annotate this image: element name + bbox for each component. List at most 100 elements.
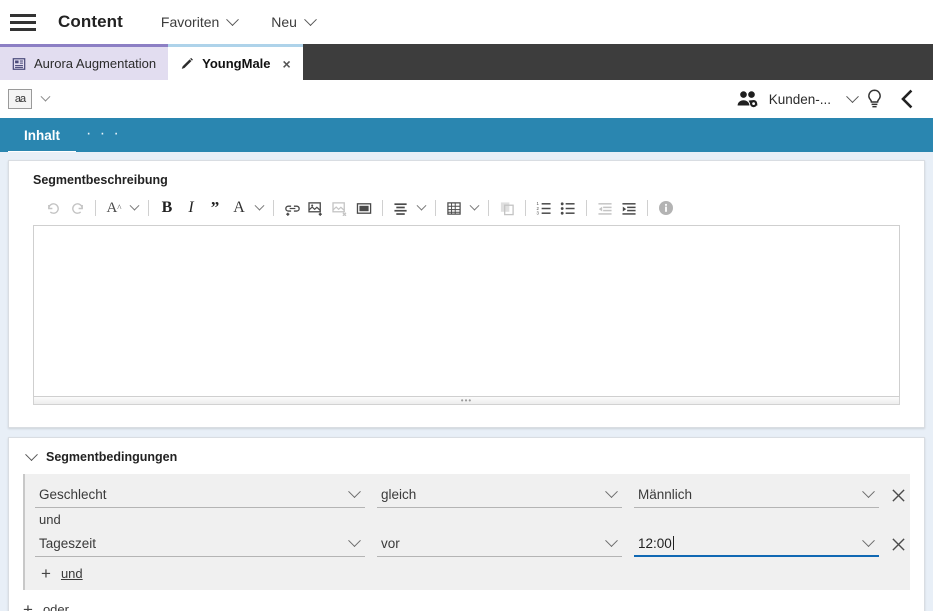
secondary-toolbar: aa Kunden-... bbox=[0, 80, 933, 118]
plus-icon: + bbox=[23, 601, 33, 611]
hamburger-menu-icon[interactable] bbox=[10, 9, 36, 35]
condition-connector: und bbox=[35, 510, 902, 529]
align-icon[interactable] bbox=[389, 197, 413, 219]
main-content: Segmentbeschreibung A^ B I ” A bbox=[0, 152, 933, 611]
toolbar-separator bbox=[647, 200, 648, 216]
chevron-down-icon bbox=[348, 534, 361, 547]
customer-settings-icon bbox=[736, 90, 760, 108]
segment-conditions-title: Segmentbedingungen bbox=[46, 450, 177, 464]
condition-operator-value: vor bbox=[377, 536, 607, 551]
bullet-list-icon[interactable] bbox=[556, 197, 580, 219]
condition-row: Geschlecht gleich Männlich bbox=[35, 480, 902, 510]
chevron-down-icon bbox=[605, 534, 618, 547]
indent-icon[interactable] bbox=[617, 197, 641, 219]
toolbar-separator bbox=[586, 200, 587, 216]
text-color-icon[interactable]: A bbox=[227, 197, 251, 219]
delete-condition-button[interactable] bbox=[891, 484, 906, 506]
condition-operator-select[interactable]: gleich bbox=[377, 482, 622, 508]
chevron-down-icon bbox=[226, 13, 239, 26]
outdent-icon[interactable] bbox=[593, 197, 617, 219]
plus-icon: + bbox=[41, 565, 51, 582]
condition-value-input[interactable]: 12:00 bbox=[634, 531, 879, 557]
toolbar-separator bbox=[95, 200, 96, 216]
toolbar-separator bbox=[273, 200, 274, 216]
close-icon[interactable]: × bbox=[283, 57, 291, 71]
undo-icon[interactable] bbox=[41, 197, 65, 219]
condition-group: Geschlecht gleich Männlich und bbox=[23, 474, 910, 590]
customer-selector[interactable]: Kunden-... bbox=[736, 90, 857, 108]
toolbar-separator bbox=[488, 200, 489, 216]
menu-favoriten[interactable]: Favoriten bbox=[161, 14, 237, 30]
lightbulb-icon[interactable] bbox=[857, 86, 891, 112]
editor-resize-handle[interactable]: ••• bbox=[33, 397, 900, 405]
condition-field-select[interactable]: Geschlecht bbox=[35, 482, 365, 508]
section-tab-bar: Inhalt · · · bbox=[0, 118, 933, 152]
quote-icon[interactable]: ” bbox=[203, 197, 227, 219]
insert-link-icon[interactable] bbox=[280, 197, 304, 219]
menu-neu[interactable]: Neu bbox=[271, 14, 315, 30]
toolbar-separator bbox=[525, 200, 526, 216]
segment-description-editor[interactable] bbox=[33, 225, 900, 397]
chevron-down-icon bbox=[605, 485, 618, 498]
page-title: Content bbox=[58, 12, 123, 32]
remove-image-icon[interactable] bbox=[328, 197, 352, 219]
font-size-chevron-down-icon[interactable] bbox=[126, 205, 142, 212]
add-or-condition-button[interactable]: + oder bbox=[23, 595, 910, 611]
bold-icon[interactable]: B bbox=[155, 197, 179, 219]
table-chevron-down-icon[interactable] bbox=[466, 205, 482, 212]
condition-field-select[interactable]: Tageszeit bbox=[35, 531, 365, 557]
condition-value-select[interactable]: Männlich bbox=[634, 482, 879, 508]
align-chevron-down-icon[interactable] bbox=[413, 205, 429, 212]
italic-icon[interactable]: I bbox=[179, 197, 203, 219]
customer-label: Kunden-... bbox=[769, 92, 831, 107]
condition-field-value: Geschlecht bbox=[35, 487, 350, 502]
toolbar-separator bbox=[435, 200, 436, 216]
window-tab-label: Aurora Augmentation bbox=[34, 56, 156, 71]
text-color-chevron-down-icon[interactable] bbox=[251, 205, 267, 212]
translate-icon[interactable]: aa bbox=[8, 89, 32, 109]
application-bar: Content Favoriten Neu bbox=[0, 0, 933, 44]
chevron-down-icon bbox=[862, 534, 875, 547]
delete-condition-button[interactable] bbox=[891, 533, 906, 555]
info-icon[interactable] bbox=[654, 197, 678, 219]
add-or-label: oder bbox=[43, 602, 69, 611]
window-tab-youngmale[interactable]: YoungMale × bbox=[168, 44, 303, 80]
condition-operator-value: gleich bbox=[377, 487, 607, 502]
chevron-down-icon bbox=[304, 13, 317, 26]
segment-description-label: Segmentbeschreibung bbox=[33, 173, 900, 187]
condition-row: Tageszeit vor 12:00 bbox=[35, 529, 902, 559]
chevron-down-icon[interactable] bbox=[25, 448, 38, 461]
media-icon[interactable] bbox=[352, 197, 376, 219]
segment-conditions-header: Segmentbedingungen bbox=[27, 450, 910, 464]
window-tab-strip: Aurora Augmentation YoungMale × bbox=[0, 44, 933, 80]
copy-icon[interactable] bbox=[495, 197, 519, 219]
redo-icon[interactable] bbox=[65, 197, 89, 219]
table-icon[interactable] bbox=[442, 197, 466, 219]
add-and-label: und bbox=[61, 566, 83, 581]
chevron-left-icon[interactable] bbox=[891, 86, 921, 112]
toolbar-separator bbox=[382, 200, 383, 216]
resize-grip-dots: ••• bbox=[461, 398, 472, 404]
window-tab-label: YoungMale bbox=[202, 56, 270, 71]
toolbar-separator bbox=[148, 200, 149, 216]
insert-image-icon[interactable] bbox=[304, 197, 328, 219]
font-size-icon[interactable]: A^ bbox=[102, 197, 126, 219]
pencil-icon bbox=[180, 57, 194, 71]
tab-inhalt[interactable]: Inhalt bbox=[8, 126, 76, 152]
menu-neu-label: Neu bbox=[271, 14, 297, 30]
document-icon bbox=[12, 57, 26, 71]
language-chevron-down-icon[interactable] bbox=[32, 88, 58, 110]
condition-value: Männlich bbox=[634, 487, 864, 502]
tab-overflow-menu[interactable]: · · · bbox=[76, 125, 131, 152]
svg-text:3: 3 bbox=[537, 210, 540, 215]
segment-description-card: Segmentbeschreibung A^ B I ” A bbox=[8, 160, 925, 428]
window-tab-aurora-augmentation[interactable]: Aurora Augmentation bbox=[0, 44, 168, 80]
condition-value: 12:00 bbox=[638, 536, 672, 551]
rich-text-toolbar: A^ B I ” A bbox=[33, 195, 900, 225]
condition-field-value: Tageszeit bbox=[35, 536, 350, 551]
condition-operator-select[interactable]: vor bbox=[377, 531, 622, 557]
menu-favoriten-label: Favoriten bbox=[161, 14, 219, 30]
text-cursor bbox=[673, 536, 674, 550]
numbered-list-icon[interactable]: 123 bbox=[532, 197, 556, 219]
add-and-condition-button[interactable]: + und bbox=[35, 559, 902, 584]
